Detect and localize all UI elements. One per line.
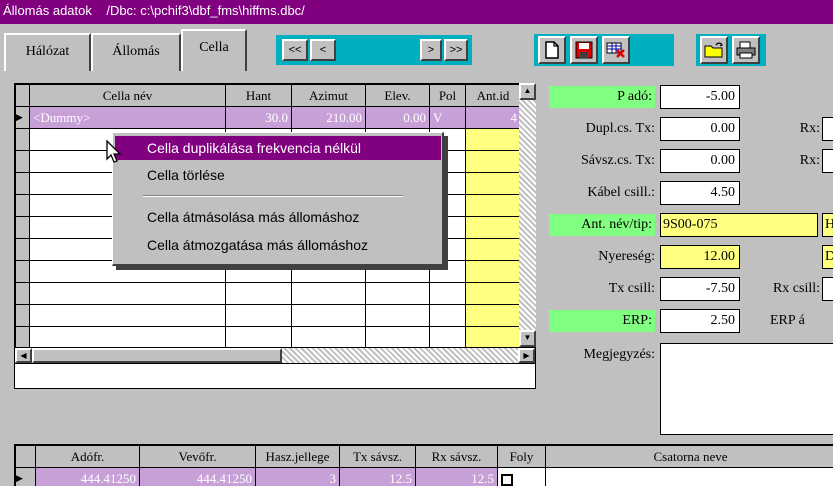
cell-ant-id[interactable]: 4: [465, 106, 521, 129]
dupl-tx-label: Dupl.cs. Tx:: [585, 121, 655, 136]
table-row[interactable]: [15, 326, 521, 349]
hscroll-thumb[interactable]: [32, 348, 282, 363]
freq-rx-savsz[interactable]: 12.5: [415, 467, 498, 486]
freq-csatorna[interactable]: [545, 467, 833, 486]
row-header-corner: [15, 84, 30, 107]
savsz-tx-field[interactable]: 0.00: [660, 149, 740, 173]
megjegyzes-label: Megjegyzés:: [583, 347, 655, 362]
menu-item-copy-cell[interactable]: Cella átmásolása más állomáshoz: [115, 205, 441, 229]
tab-halozat[interactable]: Hálózat: [4, 33, 91, 71]
freq-foly-checkbox[interactable]: [497, 467, 546, 486]
col-header-foly[interactable]: Foly: [497, 445, 546, 468]
freq-row-pointer-icon: ▶: [15, 467, 36, 486]
prev-record-button[interactable]: <: [310, 39, 336, 61]
menu-item-move-cell[interactable]: Cella átmozgatása más állomáshoz: [115, 233, 441, 257]
erp-label: ERP:: [549, 310, 655, 332]
cell-table-vscroll[interactable]: ▲ ▼: [519, 83, 536, 347]
print-icon[interactable]: [732, 36, 760, 64]
col-header-rx-savsz[interactable]: Rx sávsz.: [415, 445, 498, 468]
scroll-up-icon[interactable]: ▲: [519, 83, 536, 100]
cell-table-hscroll[interactable]: ◀ ▶: [14, 347, 536, 364]
side-h-field[interactable]: H: [822, 213, 833, 237]
tab-cella[interactable]: Cella: [181, 29, 247, 71]
tab-allomas[interactable]: Állomás: [91, 33, 181, 71]
erp-a-label: ERP á: [770, 313, 805, 328]
col-header-csatorna-neve[interactable]: Csatorna neve: [545, 445, 833, 468]
cell-elev[interactable]: 0.00: [365, 106, 430, 129]
last-record-button[interactable]: >>: [444, 39, 468, 61]
menu-separator: [143, 195, 403, 197]
cell-pol[interactable]: V: [429, 106, 466, 129]
scroll-left-icon[interactable]: ◀: [15, 348, 32, 363]
open-folder-icon[interactable]: [700, 36, 728, 64]
freq-vevofr[interactable]: 444.41250: [139, 467, 256, 486]
window-title: Állomás adatok /Dbc: c:\pchif3\dbf_fms\h…: [0, 0, 833, 24]
col-header-ant-id[interactable]: Ant.id: [465, 84, 521, 107]
rx2-label: Rx:: [799, 153, 820, 168]
rx1-field[interactable]: [822, 117, 833, 141]
col-header-tx-savsz[interactable]: Tx sávsz.: [339, 445, 416, 468]
cell-azimut[interactable]: 210.00: [291, 106, 366, 129]
table-row[interactable]: ▶ <Dummy> 30.0 210.00 0.00 V 4: [15, 106, 521, 129]
ant-nev-field[interactable]: 9S00-075: [660, 213, 818, 237]
scroll-down-icon[interactable]: ▼: [519, 330, 536, 347]
col-header-azimut[interactable]: Azimut: [291, 84, 366, 107]
rx2-field[interactable]: [822, 149, 833, 173]
rx-csill-label: Rx csill:: [772, 281, 820, 296]
cell-hant[interactable]: 30.0: [225, 106, 292, 129]
freq-table: Adófr. Vevőfr. Hasz.jellege Tx sávsz. Rx…: [14, 444, 833, 486]
megjegyzes-textarea[interactable]: [660, 343, 833, 435]
next-record-button[interactable]: >: [420, 39, 442, 61]
table-row[interactable]: [15, 282, 521, 305]
new-document-icon[interactable]: [538, 36, 566, 64]
side-d-field[interactable]: D: [822, 245, 833, 269]
scroll-right-icon[interactable]: ▶: [518, 348, 535, 363]
col-header-vevofr[interactable]: Vevőfr.: [139, 445, 256, 468]
freq-hasz[interactable]: 3: [255, 467, 340, 486]
col-header-hasz-jellege[interactable]: Hasz.jellege: [255, 445, 340, 468]
p-ado-field[interactable]: -5.00: [660, 85, 740, 109]
nyereseg-label: Nyereség:: [598, 249, 655, 264]
mouse-cursor-icon: [106, 140, 122, 163]
ant-nev-label: Ant. név/tip:: [549, 214, 655, 236]
rx-csill-field[interactable]: [822, 277, 833, 301]
freq-adofr[interactable]: 444.41250: [35, 467, 140, 486]
kabel-field[interactable]: 4.50: [660, 181, 740, 205]
p-ado-label: P adó:: [549, 86, 655, 108]
table-row[interactable]: ▶ 444.41250 444.41250 3 12.5 12.5: [15, 467, 833, 486]
col-header-hant[interactable]: Hant: [225, 84, 292, 107]
first-record-button[interactable]: <<: [282, 39, 308, 61]
row-pointer-icon: ▶: [15, 106, 30, 129]
freq-row-header-corner: [15, 445, 36, 468]
delete-record-icon[interactable]: [602, 36, 630, 64]
dupl-tx-field[interactable]: 0.00: [660, 117, 740, 141]
table-row[interactable]: [15, 304, 521, 327]
nyereseg-field[interactable]: 12.00: [660, 245, 740, 269]
col-header-pol[interactable]: Pol: [429, 84, 466, 107]
cell-name[interactable]: <Dummy>: [29, 106, 226, 129]
savsz-tx-label: Sávsz.cs. Tx:: [580, 153, 655, 168]
menu-item-delete-cell[interactable]: Cella törlése: [115, 163, 441, 187]
tx-csill-field[interactable]: -7.50: [660, 277, 740, 301]
rx1-label: Rx:: [799, 121, 820, 136]
col-header-adofr[interactable]: Adófr.: [35, 445, 140, 468]
save-icon[interactable]: [570, 36, 598, 64]
freq-tx-savsz[interactable]: 12.5: [339, 467, 416, 486]
context-menu: Cella duplikálása frekvencia nélkül Cell…: [112, 132, 444, 266]
kabel-label: Kábel csill.:: [587, 185, 655, 200]
erp-field[interactable]: 2.50: [660, 309, 740, 333]
col-header-cella-nev[interactable]: Cella név: [29, 84, 226, 107]
col-header-elev[interactable]: Elev.: [365, 84, 430, 107]
menu-item-duplicate-cell[interactable]: Cella duplikálása frekvencia nélkül: [115, 136, 441, 160]
tx-csill-label: Tx csill:: [608, 281, 655, 296]
